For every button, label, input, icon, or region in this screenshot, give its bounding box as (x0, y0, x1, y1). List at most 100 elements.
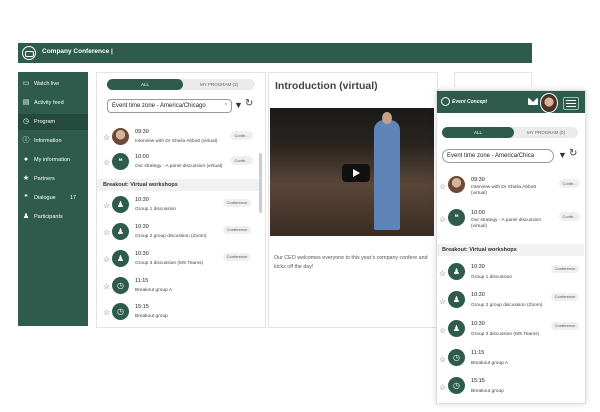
star-icon[interactable]: ☆ (439, 356, 446, 364)
sidebar-item-my-information[interactable]: ● My information (18, 152, 88, 168)
sidebar-item-participants[interactable]: ♟ Participants (18, 209, 88, 225)
sidebar-item-dialogue[interactable]: ❝ Dialogue 17 (18, 190, 88, 206)
sidebar-item-information[interactable]: ⓘ Information (18, 133, 88, 149)
session-tag: Conference (223, 226, 251, 234)
sidebar-item-watch-live[interactable]: ▭ Watch live (18, 76, 88, 92)
star-icon[interactable]: ☆ (439, 216, 446, 224)
tab-my-program[interactable]: MY PROGRAM (0) (514, 127, 578, 138)
refresh-icon[interactable]: ↻ (569, 148, 577, 159)
list-item[interactable]: ☆ ◷ 15:15 Breakout group (439, 377, 581, 399)
group-icon: ♟ (112, 250, 129, 267)
section-header: Breakout: Virtual workshops (437, 244, 584, 256)
chat-icon: ❝ (112, 153, 129, 170)
session-tag: Conference (551, 293, 579, 301)
program-panel: ALL MY PROGRAM (3) Event time zone - Ame… (96, 72, 266, 328)
star-icon[interactable]: ☆ (103, 309, 110, 317)
star-icon[interactable]: ☆ (103, 159, 110, 167)
list-item[interactable]: ☆ ♟ 10:30 Group 1 discussion Conference (103, 196, 253, 216)
filter-icon[interactable]: ▼ (558, 150, 567, 160)
sidebar-item-program[interactable]: ◷ Program (18, 114, 88, 130)
star-icon[interactable]: ☆ (439, 270, 446, 278)
session-tag: Confe... (559, 212, 580, 221)
scrollbar[interactable] (259, 153, 262, 213)
menu-icon[interactable] (563, 97, 579, 110)
session-title: Introduction (virtual) (275, 80, 378, 92)
session-tag: Confe... (559, 179, 580, 188)
star-icon[interactable]: ☆ (439, 327, 446, 335)
app-header: Company Conference | (18, 43, 532, 63)
mail-icon[interactable] (528, 98, 538, 105)
star-icon[interactable]: ☆ (439, 183, 446, 191)
speaker-figure (374, 112, 400, 230)
clock-icon: ◷ (448, 377, 465, 394)
video-player[interactable] (270, 108, 434, 236)
list-item[interactable]: ☆ ❝ 10:00 Our strategy - A panel discuss… (439, 209, 581, 231)
session-tag: Confe... (230, 156, 253, 165)
star-icon[interactable]: ☆ (103, 229, 110, 237)
group-icon: ♟ (448, 263, 465, 280)
speaker-avatar (448, 176, 465, 193)
program-tabs: ALL MY PROGRAM (0) (442, 127, 578, 138)
tab-my-program[interactable]: MY PROGRAM (3) (183, 79, 255, 90)
mobile-brand: Event Concept (452, 99, 488, 105)
avatar[interactable] (540, 93, 558, 113)
user-icon: ● (23, 156, 29, 163)
timezone-select[interactable]: Event time zone - America/Chicago ⌃ (107, 99, 232, 113)
session-tag: Conference (551, 322, 579, 330)
mobile-header: Event Concept (437, 91, 585, 113)
play-button[interactable] (342, 164, 370, 182)
filter-icon[interactable]: ▼ (234, 100, 243, 110)
session-tag: Conference (551, 265, 579, 273)
program-tabs: ALL MY PROGRAM (3) (107, 79, 255, 90)
star-icon[interactable]: ☆ (439, 384, 446, 392)
list-item[interactable]: ☆ 09:30 Interview with Dr Sheila Abbott … (439, 176, 581, 198)
mobile-window: Event Concept ALL MY PROGRAM (0) Event t… (436, 90, 586, 404)
info-icon: ⓘ (22, 137, 30, 144)
star-icon[interactable]: ☆ (103, 202, 110, 210)
list-item[interactable]: ☆ ◷ 11:15 Breakout group A (439, 349, 581, 371)
chat-icon: ❝ (448, 209, 465, 226)
session-tag: Confe... (230, 131, 253, 140)
feed-icon: ▤ (22, 99, 30, 106)
sidebar: ▭ Watch live ▤ Activity feed ◷ Program ⓘ… (18, 72, 88, 326)
star-icon[interactable]: ☆ (103, 283, 110, 291)
session-tag: Conference (223, 199, 251, 207)
people-icon: ♟ (22, 213, 30, 220)
chat-icon: ❝ (24, 194, 28, 201)
tab-all[interactable]: ALL (107, 79, 183, 90)
video-icon: ▭ (22, 80, 30, 87)
app-logo-icon (441, 97, 450, 106)
clock-icon: ◷ (112, 303, 129, 320)
list-item[interactable]: ☆ ◷ 11:15 Breakout group A (103, 277, 253, 297)
speaker-avatar (112, 128, 129, 145)
tab-all[interactable]: ALL (442, 127, 514, 138)
list-item[interactable]: ☆ ❝ 10:00 Our strategy - A panel discuss… (103, 153, 253, 173)
list-item[interactable]: ☆ ♟ 10:30 Group 2 group discussion (Zoom… (439, 291, 581, 313)
star-icon[interactable]: ☆ (103, 256, 110, 264)
list-item[interactable]: ☆ ♟ 10:30 Group 3 discussion (MS Teams) … (103, 250, 253, 270)
list-item[interactable]: ☆ ♟ 10:30 Group 3 discussion (MS Teams) … (439, 320, 581, 342)
section-header: Breakout: Virtual workshops (97, 179, 261, 191)
clock-icon: ◷ (112, 277, 129, 294)
session-description: Our CEO welcomes everyone to this year's… (274, 255, 428, 270)
list-item[interactable]: ☆ ♟ 10:30 Group 1 discussion Conference (439, 263, 581, 285)
star-icon: ★ (22, 175, 30, 182)
group-icon: ♟ (112, 223, 129, 240)
group-icon: ♟ (448, 291, 465, 308)
dialogue-count-badge: 17 (70, 195, 77, 201)
list-item[interactable]: ☆ ♟ 10:30 Group 2 group discussion (Zoom… (103, 223, 253, 243)
group-icon: ♟ (448, 320, 465, 337)
star-icon[interactable]: ☆ (103, 134, 110, 142)
list-item[interactable]: ☆ 09:30 Interview with Dr Sheila Abbott … (103, 128, 253, 148)
sidebar-item-partners[interactable]: ★ Partners (18, 171, 88, 187)
timezone-select[interactable]: Event time zone - America/Chica (442, 149, 554, 163)
sidebar-item-activity-feed[interactable]: ▤ Activity feed (18, 95, 88, 111)
group-icon: ♟ (112, 196, 129, 213)
background-panel (454, 72, 532, 87)
refresh-icon[interactable]: ↻ (245, 98, 253, 109)
clock-icon: ◷ (448, 349, 465, 366)
star-icon[interactable]: ☆ (439, 298, 446, 306)
list-item[interactable]: ☆ ◷ 15:15 Breakout group (103, 303, 253, 323)
clock-icon: ◷ (22, 118, 30, 125)
app-title: Company Conference | (42, 48, 113, 55)
